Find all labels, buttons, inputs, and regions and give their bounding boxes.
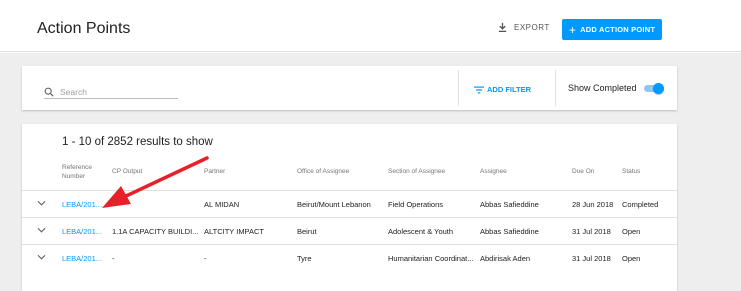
show-completed-label: Show Completed xyxy=(568,83,637,93)
export-label: EXPORT xyxy=(514,23,550,32)
plus-icon: + xyxy=(568,22,577,37)
column-header-office[interactable]: Office of Assignee xyxy=(297,167,349,176)
add-filter-button[interactable]: ADD FILTER xyxy=(474,85,531,94)
export-button[interactable]: EXPORT xyxy=(497,22,550,33)
filter-divider xyxy=(555,70,556,106)
column-header-reference-line1: Reference xyxy=(62,164,92,171)
chevron-down-icon[interactable] xyxy=(37,254,46,260)
table-row[interactable]: LEBA/201... 1.1A CAPACITY BUILDI... ALTC… xyxy=(22,217,677,244)
add-filter-label: ADD FILTER xyxy=(487,85,532,94)
page-title: Action Points xyxy=(37,20,131,37)
column-header-status[interactable]: Status xyxy=(622,167,640,176)
reference-link[interactable]: LEBA/201... xyxy=(62,227,102,236)
cell-status: Open xyxy=(622,254,641,263)
action-points-table: 1 - 10 of 2852 results to show Reference… xyxy=(22,124,677,291)
show-completed-toggle[interactable] xyxy=(642,83,664,94)
cell-office: Beirut/Mount Lebanon xyxy=(297,200,371,209)
cell-assignee: Abbas Safieddine xyxy=(480,227,539,236)
page-header: Action Points EXPORT + ADD ACTION POINT xyxy=(0,0,741,52)
cell-due-on: 28 Jun 2018 xyxy=(572,200,614,209)
cell-cp-output: - xyxy=(112,254,115,263)
chevron-down-icon[interactable] xyxy=(37,227,46,233)
cell-office: Tyre xyxy=(297,254,312,263)
cell-assignee: Abbas Safieddine xyxy=(480,200,539,209)
cell-office: Beirut xyxy=(297,227,317,236)
chevron-down-icon[interactable] xyxy=(37,200,46,206)
results-count: 1 - 10 of 2852 results to show xyxy=(62,136,213,148)
cell-assignee: Abdirisak Aden xyxy=(480,254,531,263)
filter-bar: Search ADD FILTER Show Completed xyxy=(22,66,677,110)
column-header-assignee[interactable]: Assignee xyxy=(480,167,507,176)
toggle-knob xyxy=(653,83,664,94)
search-placeholder: Search xyxy=(60,86,87,97)
cell-partner: ALTCITY IMPACT xyxy=(204,227,265,236)
column-header-reference[interactable]: Reference Number xyxy=(62,163,92,181)
search-icon xyxy=(44,87,54,97)
cell-due-on: 31 Jul 2018 xyxy=(572,254,611,263)
cell-partner: - xyxy=(204,254,207,263)
table-row[interactable]: LEBA/201... - - Tyre Humanitarian Coordi… xyxy=(22,244,677,271)
column-header-partner[interactable]: Partner xyxy=(204,167,225,176)
cell-cp-output: 1.1A CAPACITY BUILDI... xyxy=(112,227,199,236)
cell-section: Humanitarian Coordinat... xyxy=(388,254,474,263)
column-header-due-on[interactable]: Due On xyxy=(572,167,594,176)
add-action-point-button[interactable]: + ADD ACTION POINT xyxy=(562,19,662,40)
table-row[interactable]: LEBA/201... AL MIDAN Beirut/Mount Lebano… xyxy=(22,190,677,217)
column-header-reference-line2: Number xyxy=(62,173,86,180)
cell-section: Field Operations xyxy=(388,200,444,209)
column-header-section[interactable]: Section of Assignee xyxy=(388,167,445,176)
content-area: Search ADD FILTER Show Completed 1 - 10 … xyxy=(0,53,741,291)
search-input[interactable]: Search xyxy=(44,85,178,99)
cell-section: Adolescent & Youth xyxy=(388,227,454,236)
cell-status: Open xyxy=(622,227,641,236)
download-icon xyxy=(498,22,507,32)
reference-link[interactable]: LEBA/201... xyxy=(62,254,102,263)
cell-due-on: 31 Jul 2018 xyxy=(572,227,611,236)
filter-list-icon xyxy=(474,86,484,93)
cell-partner: AL MIDAN xyxy=(204,200,240,209)
add-action-point-label: ADD ACTION POINT xyxy=(580,25,656,34)
column-header-cp-output[interactable]: CP Output xyxy=(112,167,142,176)
filter-divider xyxy=(458,70,459,106)
reference-link[interactable]: LEBA/201... xyxy=(62,200,102,209)
cell-status: Completed xyxy=(622,200,659,209)
